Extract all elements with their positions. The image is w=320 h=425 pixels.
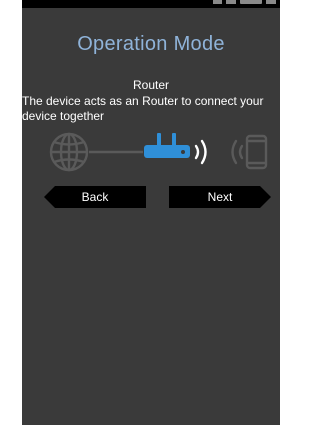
back-button-label: Back bbox=[81, 190, 109, 204]
globe-icon bbox=[49, 132, 89, 172]
app-screen: Operation Mode Router The device acts as… bbox=[22, 0, 280, 425]
wifi-waves-icon bbox=[194, 139, 207, 165]
smartphone-icon bbox=[245, 134, 268, 170]
next-button[interactable]: Next bbox=[169, 186, 271, 208]
network-icon bbox=[226, 0, 236, 4]
back-button[interactable]: Back bbox=[44, 186, 146, 208]
mode-name: Router bbox=[132, 78, 170, 92]
next-button-label: Next bbox=[207, 190, 233, 204]
signal-icon bbox=[213, 0, 222, 4]
battery-icon bbox=[240, 0, 262, 4]
clock-icon bbox=[266, 0, 276, 4]
mode-description: The device acts as an Router to connect … bbox=[22, 94, 264, 123]
phone-signal-icon bbox=[231, 139, 244, 165]
status-bar bbox=[22, 0, 280, 8]
router-icon bbox=[144, 133, 190, 158]
router-diagram bbox=[49, 132, 268, 172]
page-title: Operation Mode bbox=[77, 33, 225, 55]
